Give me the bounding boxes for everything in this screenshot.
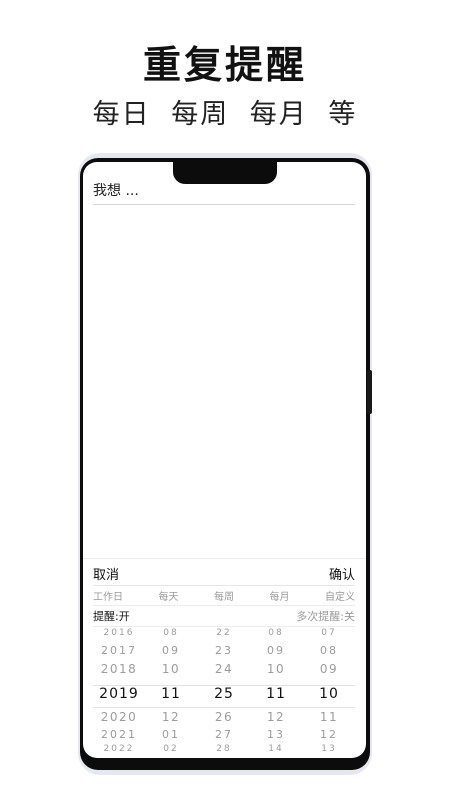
wheel-option-minute[interactable]: 11 — [303, 710, 355, 724]
status-divider — [93, 626, 355, 627]
wheel-option-minute[interactable]: 13 — [303, 744, 355, 754]
date-picker-sheet: 取消 确认 工作日 每天 每周 每月 自定义 提醒:开 多次提醒:关 2016 2… — [83, 558, 366, 758]
confirm-button[interactable]: 确认 — [329, 564, 355, 583]
wheel-option-day[interactable]: 24 — [198, 662, 250, 676]
wheel-month[interactable]: 08 09 10 11 12 01 02 — [145, 628, 197, 758]
wheel-option-day[interactable]: 23 — [198, 644, 250, 657]
wheel-option-month[interactable]: 02 — [145, 744, 197, 754]
wheel-option-day[interactable]: 27 — [198, 728, 250, 741]
promo-sub-daily: 每日 — [92, 99, 151, 130]
wheel-year[interactable]: 2016 2017 2018 2019 2020 2021 2022 — [93, 628, 145, 758]
phone-side-button — [367, 370, 372, 414]
wheel-option-month[interactable]: 09 — [145, 644, 197, 657]
wheel-option-minute[interactable]: 07 — [303, 628, 355, 638]
wheel-option-minute[interactable]: 08 — [303, 644, 355, 657]
wheel-option-year[interactable]: 2017 — [93, 644, 145, 657]
wheel-option-month[interactable]: 08 — [145, 628, 197, 638]
repeat-option-monthly[interactable]: 每月 — [270, 588, 290, 606]
promo-subheadline: 每日 每周 每月 等 — [0, 92, 450, 131]
promo-sub-weekly: 每周 — [171, 99, 230, 130]
wheel-day[interactable]: 22 23 24 25 26 27 28 — [198, 628, 250, 758]
wheel-option-hour[interactable]: 14 — [250, 744, 302, 754]
sheet-top-divider — [83, 558, 366, 559]
wheel-option-hour[interactable]: 08 — [250, 628, 302, 638]
wheel-hour[interactable]: 08 09 10 11 12 13 14 — [250, 628, 302, 758]
phone-screen: 取消 确认 工作日 每天 每周 每月 自定义 提醒:开 多次提醒:关 20162… — [83, 162, 366, 758]
wheel-option-hour[interactable]: 13 — [250, 728, 302, 741]
wheel-selected-month[interactable]: 11 — [145, 686, 197, 702]
promo-headline: 重复提醒 — [142, 43, 307, 87]
wheel-option-day[interactable]: 22 — [198, 628, 250, 638]
wheel-option-day[interactable]: 26 — [198, 710, 250, 724]
sheet-action-row: 取消 确认 — [93, 564, 355, 584]
reminder-status-row: 提醒:开 多次提醒:关 — [93, 608, 355, 626]
wheel-selected-day[interactable]: 25 — [198, 686, 250, 702]
wheel-option-hour[interactable]: 09 — [250, 644, 302, 657]
action-divider — [93, 585, 355, 586]
repeat-option-workday[interactable]: 工作日 — [93, 588, 123, 606]
wheel-selected-hour[interactable]: 11 — [250, 686, 302, 702]
repeat-divider — [93, 605, 355, 606]
reminder-toggle[interactable]: 提醒:开 — [93, 608, 130, 624]
promo-sub-etc: 等 — [328, 99, 358, 130]
task-input-container — [93, 180, 355, 205]
wheel-option-year[interactable]: 2020 — [93, 710, 145, 724]
repeat-option-custom[interactable]: 自定义 — [325, 588, 355, 606]
wheel-option-hour[interactable]: 12 — [250, 710, 302, 724]
wheel-option-minute[interactable]: 09 — [303, 662, 355, 676]
wheel-option-year[interactable]: 2018 — [93, 662, 145, 676]
datetime-wheel-picker: 2016 2017 2018 2019 2020 2021 2022 08 09 10 11 12 01… — [93, 628, 355, 758]
wheel-option-minute[interactable]: 12 — [303, 728, 355, 741]
wheel-minute[interactable]: 07 08 09 10 11 12 13 — [303, 628, 355, 758]
wheel-option-month[interactable]: 10 — [145, 662, 197, 676]
repeat-option-weekly[interactable]: 每周 — [214, 588, 234, 606]
wheel-option-month[interactable]: 12 — [145, 710, 197, 724]
multi-reminder-toggle[interactable]: 多次提醒:关 — [296, 608, 355, 624]
wheel-option-month[interactable]: 01 — [145, 728, 197, 741]
wheel-option-day[interactable]: 28 — [198, 744, 250, 754]
repeat-option-daily[interactable]: 每天 — [159, 588, 179, 606]
wheel-selected-minute[interactable]: 10 — [303, 686, 355, 702]
wheel-selected-year[interactable]: 2019 — [93, 686, 145, 702]
wheel-option-year[interactable]: 2021 — [93, 728, 145, 741]
cancel-button[interactable]: 取消 — [93, 564, 119, 583]
task-input[interactable] — [93, 183, 355, 199]
promo-sub-monthly: 每月 — [249, 99, 308, 130]
wheel-option-year[interactable]: 2016 — [93, 628, 145, 638]
wheel-option-hour[interactable]: 10 — [250, 662, 302, 676]
wheel-option-year[interactable]: 2022 — [93, 744, 145, 754]
repeat-options: 工作日 每天 每周 每月 自定义 — [93, 588, 355, 606]
